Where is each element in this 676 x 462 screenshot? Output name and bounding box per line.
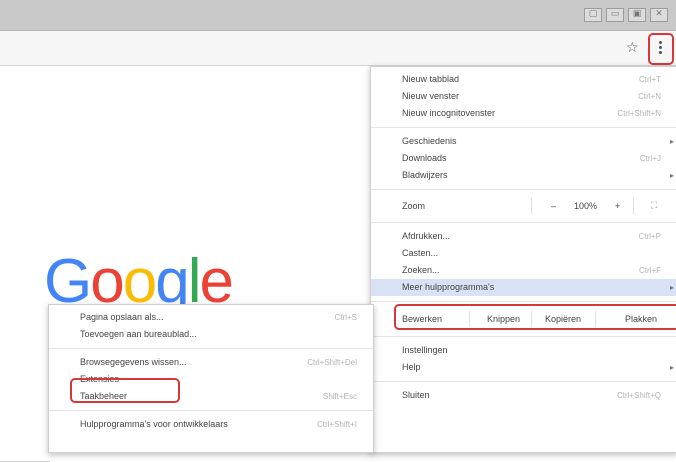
zoom-row: Zoom – 100% + ⛶ — [371, 195, 676, 217]
zoom-divider — [531, 198, 532, 214]
menu-item-settings[interactable]: Instellingen — [371, 342, 676, 359]
menu-item-cast[interactable]: Casten... — [371, 245, 676, 262]
menu-separator — [371, 222, 676, 223]
shortcut-label: Ctrl+S — [334, 313, 357, 322]
shortcut-label: Ctrl+T — [639, 75, 661, 84]
shortcut-label: Ctrl+Shift+Del — [307, 358, 357, 367]
window-titlebar: ▢ ▭ ▣ ✕ — [0, 0, 676, 31]
edit-row: Bewerken Knippen Kopiëren Plakken — [371, 307, 676, 331]
menu-item-label: Taakbeheer — [80, 391, 128, 401]
menu-separator — [371, 189, 676, 190]
menu-item-new-incognito-window[interactable]: Nieuw incognitovenster Ctrl+Shift+N — [371, 105, 676, 122]
shortcut-label: Shift+Esc — [322, 392, 357, 401]
menu-item-more-tools[interactable]: Meer hulpprogramma's ▸ — [371, 279, 676, 296]
zoom-divider — [633, 198, 634, 214]
zoom-label: Zoom — [402, 201, 426, 211]
browser-main-menu: Nieuw tabblad Ctrl+T Nieuw venster Ctrl+… — [370, 66, 676, 453]
shortcut-label: Ctrl+J — [639, 154, 661, 163]
edit-divider — [595, 311, 596, 327]
submenu-item-task-manager[interactable]: Taakbeheer Shift+Esc — [49, 388, 373, 405]
menu-dot-icon — [658, 45, 662, 49]
edit-divider — [531, 311, 532, 327]
fullscreen-icon[interactable]: ⛶ — [651, 195, 657, 217]
shortcut-label: Ctrl+Shift+N — [617, 109, 661, 118]
menu-item-label: Meer hulpprogramma's — [402, 282, 495, 292]
maximize-icon[interactable]: ▣ — [628, 8, 646, 22]
menu-item-label: Pagina opslaan als... — [80, 312, 164, 322]
menu-item-label: Afdrukken... — [402, 231, 451, 241]
menu-item-label: Bladwijzers — [402, 170, 448, 180]
menu-item-label: Browsegegevens wissen... — [80, 357, 187, 367]
submenu-arrow-icon: ▸ — [669, 171, 674, 180]
menu-separator — [371, 381, 676, 382]
menu-item-label: Nieuw venster — [402, 91, 460, 101]
submenu-arrow-icon: ▸ — [669, 363, 674, 372]
shortcut-label: Ctrl+P — [638, 232, 661, 241]
menu-separator — [371, 336, 676, 337]
submenu-arrow-icon: ▸ — [669, 283, 674, 292]
menu-item-label: Extensies — [80, 374, 120, 384]
cut-button[interactable]: Knippen — [487, 307, 520, 331]
menu-item-bookmarks[interactable]: Bladwijzers ▸ — [371, 167, 676, 184]
menu-item-new-window[interactable]: Nieuw venster Ctrl+N — [371, 88, 676, 105]
window-control-icon[interactable]: ▢ — [584, 8, 602, 22]
browser-toolbar: ☆ — [0, 31, 676, 66]
shortcut-label: Ctrl+N — [638, 92, 661, 101]
bookmark-star-icon[interactable]: ☆ — [626, 40, 639, 56]
more-tools-submenu: Pagina opslaan als... Ctrl+S Toevoegen a… — [48, 304, 374, 453]
zoom-level: 100% — [574, 201, 598, 211]
menu-item-label: Help — [402, 362, 421, 372]
submenu-item-clear-browsing-data[interactable]: Browsegegevens wissen... Ctrl+Shift+Del — [49, 354, 373, 371]
menu-item-label: Nieuw tabblad — [402, 74, 460, 84]
menu-item-label: Zoeken... — [402, 265, 440, 275]
edit-label: Bewerken — [402, 314, 443, 324]
menu-item-exit[interactable]: Sluiten Ctrl+Shift+Q — [371, 387, 676, 404]
menu-item-label: Hulpprogramma's voor ontwikkelaars — [80, 419, 228, 429]
submenu-item-add-to-desktop[interactable]: Toevoegen aan bureaublad... — [49, 326, 373, 343]
browser-menu-button[interactable] — [650, 36, 670, 58]
copy-button[interactable]: Kopiëren — [545, 307, 581, 331]
paste-button[interactable]: Plakken — [625, 307, 657, 331]
zoom-out-button[interactable]: – — [551, 195, 556, 217]
menu-separator — [49, 348, 373, 349]
submenu-arrow-icon: ▸ — [669, 137, 674, 146]
zoom-in-button[interactable]: + — [615, 195, 620, 217]
menu-item-new-tab[interactable]: Nieuw tabblad Ctrl+T — [371, 71, 676, 88]
shortcut-label: Ctrl+F — [639, 266, 661, 275]
menu-item-downloads[interactable]: Downloads Ctrl+J — [371, 150, 676, 167]
menu-item-help[interactable]: Help ▸ — [371, 359, 676, 376]
menu-item-find[interactable]: Zoeken... Ctrl+F — [371, 262, 676, 279]
menu-item-label: Downloads — [402, 153, 447, 163]
menu-item-print[interactable]: Afdrukken... Ctrl+P — [371, 228, 676, 245]
menu-item-label: Casten... — [402, 248, 439, 258]
menu-separator — [371, 301, 676, 302]
menu-item-label: Geschiedenis — [402, 136, 457, 146]
menu-separator — [49, 410, 373, 411]
submenu-item-developer-tools[interactable]: Hulpprogramma's voor ontwikkelaars Ctrl+… — [49, 416, 373, 433]
menu-item-label: Toevoegen aan bureaublad... — [80, 329, 197, 339]
menu-dot-icon — [658, 40, 662, 44]
submenu-item-save-page[interactable]: Pagina opslaan als... Ctrl+S — [49, 309, 373, 326]
menu-item-label: Nieuw incognitovenster — [402, 108, 496, 118]
minimize-icon[interactable]: ▭ — [606, 8, 624, 22]
close-icon[interactable]: ✕ — [650, 8, 668, 22]
menu-item-label: Instellingen — [402, 345, 448, 355]
menu-item-history[interactable]: Geschiedenis ▸ — [371, 133, 676, 150]
shortcut-label: Ctrl+Shift+Q — [616, 391, 661, 400]
window-controls: ▢ ▭ ▣ ✕ — [584, 8, 668, 22]
edit-divider — [469, 311, 470, 327]
menu-separator — [371, 127, 676, 128]
menu-item-label: Sluiten — [402, 390, 430, 400]
shortcut-label: Ctrl+Shift+I — [316, 420, 357, 429]
submenu-item-extensions[interactable]: Extensies — [49, 371, 373, 388]
menu-dot-icon — [658, 50, 662, 54]
